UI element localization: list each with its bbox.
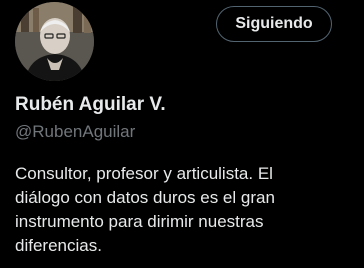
profile-bio: Consultor, profesor y articulista. El di… [15, 162, 355, 258]
bio-line: diferencias. [15, 236, 102, 255]
profile-card: Siguiendo Rubén Aguilar V. @RubenAguilar… [0, 0, 364, 268]
bio-line: diálogo con datos duros es el gran [15, 188, 275, 207]
avatar-photo [15, 2, 94, 81]
user-handle[interactable]: @RubenAguilar [15, 122, 135, 142]
following-button[interactable]: Siguiendo [216, 6, 332, 42]
avatar[interactable] [15, 2, 94, 81]
bio-line: Consultor, profesor y articulista. El [15, 164, 273, 183]
bio-line: instrumento para dirimir nuestras [15, 212, 264, 231]
display-name: Rubén Aguilar V. [15, 94, 166, 115]
